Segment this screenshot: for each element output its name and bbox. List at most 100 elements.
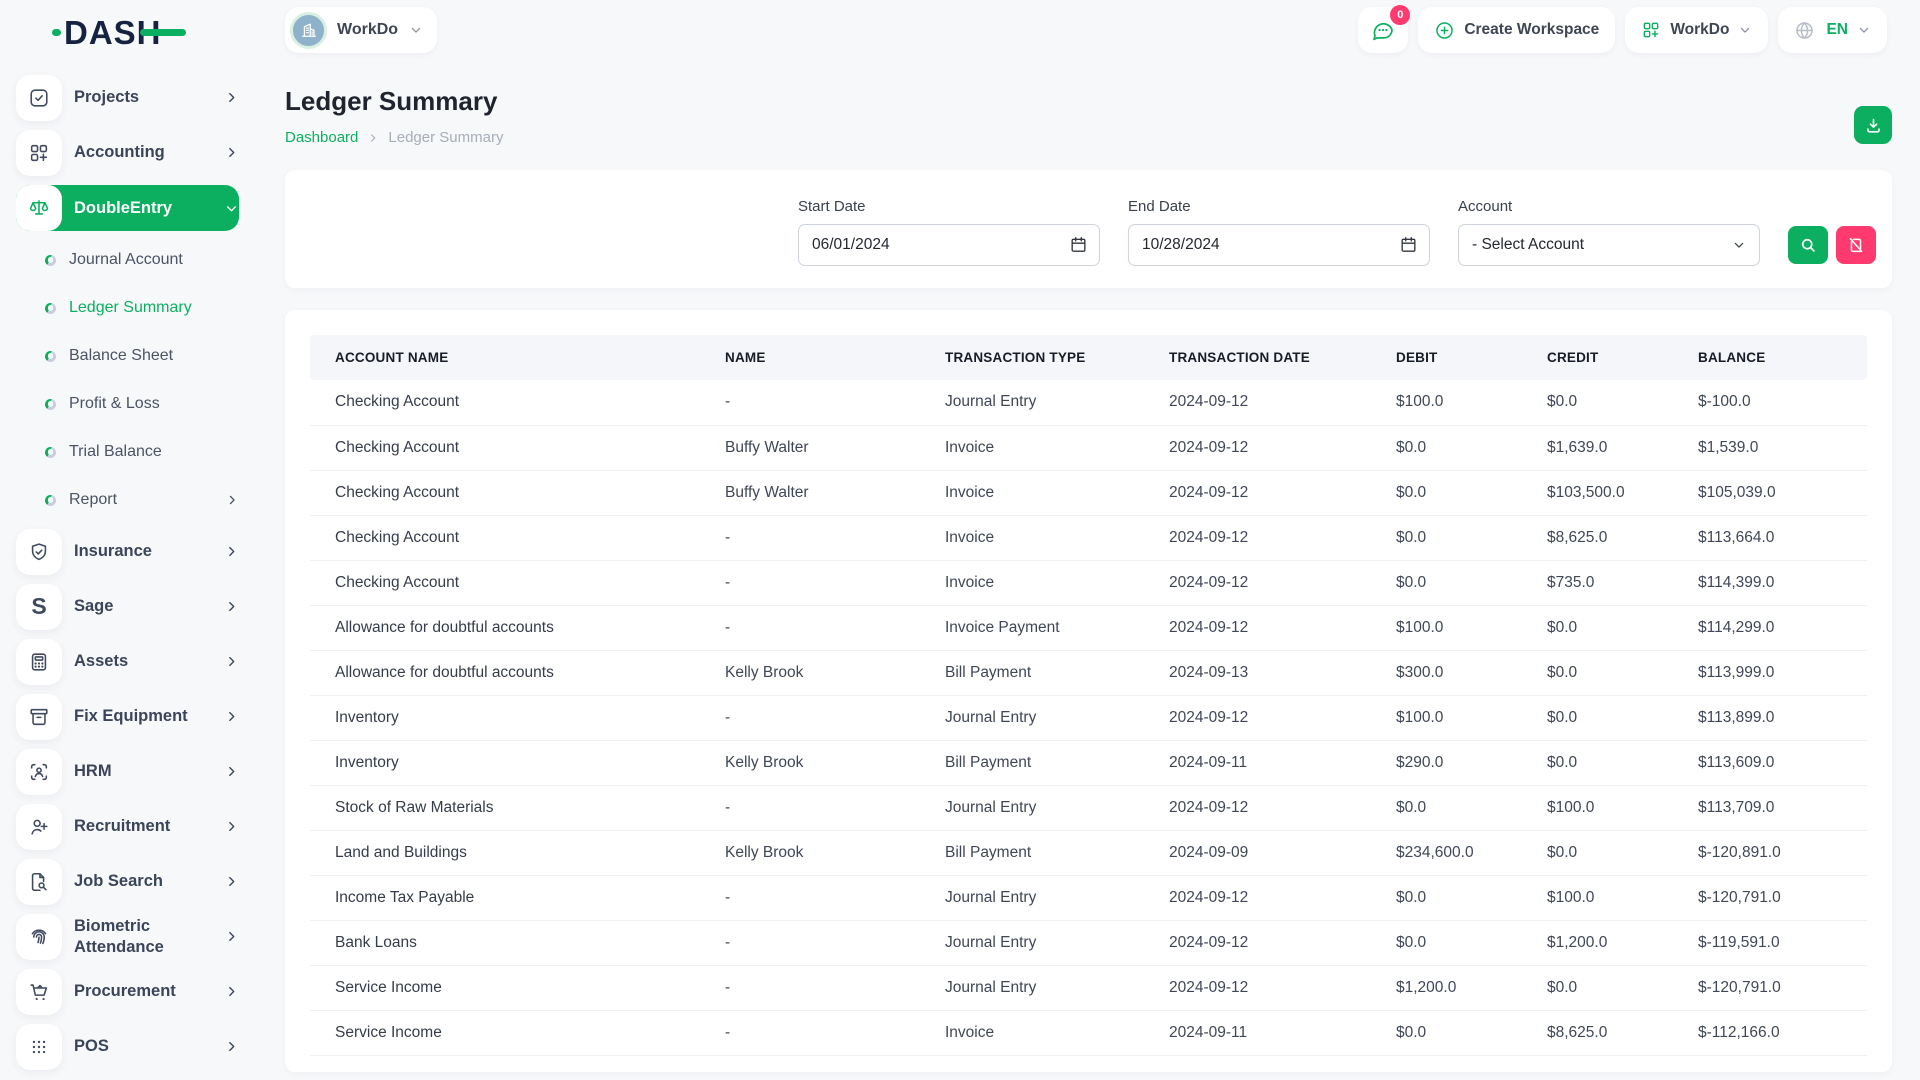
table-cell: 2024-09-12 — [1144, 785, 1371, 830]
breadcrumb-dashboard-link[interactable]: Dashboard — [285, 129, 358, 146]
sidebar-item-doubleentry[interactable]: DoubleEntry — [16, 185, 239, 231]
table-cell: Journal Entry — [920, 785, 1144, 830]
sidebar-item-label: Recruitment — [74, 816, 224, 837]
table-cell: $234,600.0 — [1371, 830, 1522, 875]
chevron-right-icon — [224, 764, 239, 779]
start-date-input[interactable] — [798, 224, 1100, 266]
breadcrumb: Dashboard Ledger Summary — [285, 129, 1892, 146]
table-cell: $1,639.0 — [1522, 425, 1673, 470]
workdo-menu-label: WorkDo — [1670, 21, 1729, 39]
download-button[interactable] — [1854, 106, 1892, 144]
account-label: Account — [1458, 198, 1760, 215]
sidebar-subitem-ledger-summary[interactable]: Ledger Summary — [16, 284, 239, 332]
table-cell: $0.0 — [1522, 740, 1673, 785]
table-cell: Income Tax Payable — [310, 875, 700, 920]
sidebar-item-insurance[interactable]: Insurance — [16, 524, 239, 579]
table-cell: $105,039.0 — [1673, 470, 1867, 515]
sidebar-item-sage[interactable]: SSage — [16, 579, 239, 634]
table-cell: $1,200.0 — [1522, 920, 1673, 965]
table-row: Bank Loans-Journal Entry2024-09-12$0.0$1… — [310, 920, 1867, 965]
sidebar-item-biometric-attendance[interactable]: Biometric Attendance — [16, 909, 239, 964]
workspace-selector[interactable]: WorkDo — [285, 7, 437, 53]
table-cell: $113,709.0 — [1673, 785, 1867, 830]
donut-icon — [45, 255, 56, 266]
column-header: BALANCE — [1673, 335, 1867, 380]
column-header: CREDIT — [1522, 335, 1673, 380]
language-label: EN — [1826, 21, 1848, 39]
sidebar-subitem-trial-balance[interactable]: Trial Balance — [16, 428, 239, 476]
sidebar-item-accounting[interactable]: Accounting — [16, 125, 239, 180]
table-cell: Buffy Walter — [700, 470, 920, 515]
chevron-down-icon — [1857, 23, 1871, 37]
sidebar-item-label: HRM — [74, 761, 224, 782]
language-selector[interactable]: EN — [1778, 7, 1887, 53]
sidebar-item-recruitment[interactable]: Recruitment — [16, 799, 239, 854]
sidebar-subitem-profit-loss[interactable]: Profit & Loss — [16, 380, 239, 428]
download-icon — [1864, 116, 1883, 135]
table-cell: Service Income — [310, 965, 700, 1010]
globe-icon — [1794, 20, 1815, 41]
sidebar-subitem-balance-sheet[interactable]: Balance Sheet — [16, 332, 239, 380]
table-cell: $114,299.0 — [1673, 605, 1867, 650]
table-cell: Invoice Payment — [920, 605, 1144, 650]
sidebar-item-projects[interactable]: Projects — [16, 70, 239, 125]
dash-logo[interactable]: DASH — [64, 16, 162, 49]
sidebar-item-procurement[interactable]: Procurement — [16, 964, 239, 1019]
account-select[interactable]: - Select Account — [1458, 224, 1760, 266]
table-cell: - — [700, 515, 920, 560]
create-workspace-button[interactable]: Create Workspace — [1418, 7, 1615, 53]
sidebar-item-label: Assets — [74, 651, 224, 672]
end-date-input[interactable] — [1128, 224, 1430, 266]
user-plus-icon — [16, 804, 62, 850]
sidebar-item-pos[interactable]: POS — [16, 1019, 239, 1074]
chevron-right-icon — [224, 654, 239, 669]
sidebar-item-label: Accounting — [74, 142, 224, 163]
table-cell: $-120,891.0 — [1673, 830, 1867, 875]
sidebar-item-hrm[interactable]: HRM — [16, 744, 239, 799]
shield-check-icon — [16, 529, 62, 575]
sidebar-item-label: DoubleEntry — [74, 198, 224, 219]
messages-button[interactable]: 0 — [1358, 7, 1408, 53]
chevron-down-icon — [409, 23, 423, 37]
sidebar-item-label: Job Search — [74, 871, 224, 892]
sidebar-item-fix-equipment[interactable]: Fix Equipment — [16, 689, 239, 744]
table-cell: $-120,791.0 — [1673, 875, 1867, 920]
donut-icon — [45, 303, 56, 314]
table-row: Service Income-Invoice2024-09-11$0.0$8,6… — [310, 1010, 1867, 1055]
page-title: Ledger Summary — [285, 86, 1892, 117]
sidebar-item-label: Fix Equipment — [74, 706, 224, 727]
table-body: Checking Account-Journal Entry2024-09-12… — [310, 380, 1867, 1055]
table-cell: $0.0 — [1371, 1010, 1522, 1055]
end-date-label: End Date — [1128, 198, 1430, 215]
start-date-label: Start Date — [798, 198, 1100, 215]
sidebar-subitem-label: Trial Balance — [69, 443, 239, 461]
table-cell: Allowance for doubtful accounts — [310, 605, 700, 650]
sidebar-item-assets[interactable]: Assets — [16, 634, 239, 689]
table-cell: Stock of Raw Materials — [310, 785, 700, 830]
donut-icon — [45, 495, 56, 506]
sidebar-item-job-search[interactable]: Job Search — [16, 854, 239, 909]
table-cell: $100.0 — [1371, 380, 1522, 425]
workdo-menu-button[interactable]: WorkDo — [1625, 7, 1768, 53]
table-cell: $100.0 — [1522, 785, 1673, 830]
table-cell: $0.0 — [1522, 605, 1673, 650]
table-header-row: ACCOUNT NAMENAMETRANSACTION TYPETRANSACT… — [310, 335, 1867, 380]
table-cell: $0.0 — [1522, 650, 1673, 695]
table-cell: $0.0 — [1522, 830, 1673, 875]
table-cell: 2024-09-12 — [1144, 425, 1371, 470]
sidebar-subitem-journal-account[interactable]: Journal Account — [16, 236, 239, 284]
ledger-table: ACCOUNT NAMENAMETRANSACTION TYPETRANSACT… — [310, 335, 1867, 1056]
sidebar-menu: Projects Accounting DoubleEntry Journal Acc… — [0, 64, 265, 1074]
topbar-actions: 0 Create Workspace WorkDo EN — [1358, 7, 1887, 53]
table-cell: 2024-09-12 — [1144, 875, 1371, 920]
search-button[interactable] — [1788, 226, 1828, 264]
table-row: Checking Account-Invoice2024-09-12$0.0$8… — [310, 515, 1867, 560]
table-cell: $114,399.0 — [1673, 560, 1867, 605]
reset-filter-button[interactable] — [1836, 226, 1876, 264]
checkbox-icon — [16, 75, 62, 121]
table-row: Checking Account-Journal Entry2024-09-12… — [310, 380, 1867, 425]
table-cell: 2024-09-12 — [1144, 515, 1371, 560]
donut-icon — [45, 351, 56, 362]
chevron-right-icon — [224, 984, 239, 999]
sidebar-subitem-report[interactable]: Report — [16, 476, 239, 524]
